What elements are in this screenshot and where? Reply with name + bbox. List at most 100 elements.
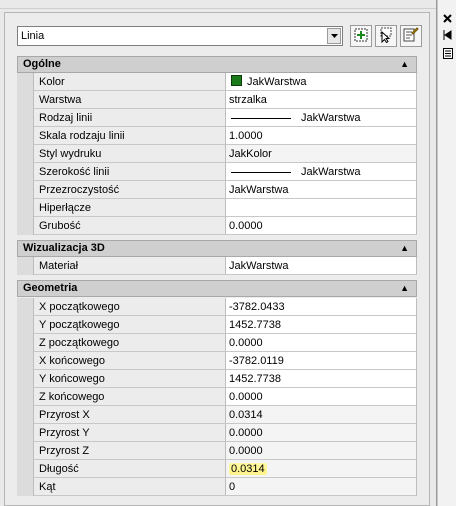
- property-value-text: JakWarstwa: [247, 76, 307, 88]
- section-header-3d-visualization[interactable]: Wizualizacja 3D ▲: [17, 240, 417, 257]
- row-gutter: [17, 109, 34, 127]
- property-value-angle: 0: [226, 478, 417, 496]
- property-label: Y końcowego: [34, 370, 226, 388]
- property-value-delta-z: 0.0000: [226, 442, 417, 460]
- section-title: Wizualizacja 3D: [23, 242, 105, 254]
- property-row-delta-x[interactable]: Przyrost X 0.0314: [17, 406, 417, 424]
- property-label: Materiał: [34, 257, 226, 275]
- property-label: Grubość: [34, 217, 226, 235]
- row-gutter: [17, 73, 34, 91]
- object-type-value: Linia: [21, 30, 45, 42]
- row-gutter: [17, 388, 34, 406]
- property-value-start-z[interactable]: 0.0000: [226, 334, 417, 352]
- row-gutter: [17, 127, 34, 145]
- row-gutter: [17, 181, 34, 199]
- object-type-dropdown[interactable]: Linia: [17, 26, 343, 46]
- line-sample-icon: [231, 171, 291, 173]
- toggle-pickadd-button[interactable]: [350, 25, 372, 47]
- property-value-end-x[interactable]: -3782.0119: [226, 352, 417, 370]
- quick-select-button[interactable]: [400, 25, 422, 47]
- row-gutter: [17, 424, 34, 442]
- row-gutter: [17, 478, 34, 496]
- property-row-end-x[interactable]: X końcowego -3782.0119: [17, 352, 417, 370]
- chevron-down-icon[interactable]: [327, 28, 341, 44]
- property-row-delta-y[interactable]: Przyrost Y 0.0000: [17, 424, 417, 442]
- select-objects-button[interactable]: [375, 25, 397, 47]
- property-row-hyperlink[interactable]: Hiperłącze: [17, 199, 417, 217]
- property-label: X początkowego: [34, 298, 226, 316]
- property-value-layer[interactable]: strzalka: [226, 91, 417, 109]
- property-value-thickness[interactable]: 0.0000: [226, 217, 417, 235]
- collapse-up-icon[interactable]: ▲: [400, 281, 409, 296]
- row-gutter: [17, 163, 34, 181]
- property-label: Styl wydruku: [34, 145, 226, 163]
- geometry-properties-list: X początkowego -3782.0433 Y początkowego…: [17, 298, 417, 496]
- property-row-length[interactable]: Długość 0.0314: [17, 460, 417, 478]
- property-row-transparency[interactable]: Przezroczystość JakWarstwa: [17, 181, 417, 199]
- row-gutter: [17, 334, 34, 352]
- property-row-end-y[interactable]: Y końcowego 1452.7738: [17, 370, 417, 388]
- property-row-linetype-scale[interactable]: Skala rodzaju linii 1.0000: [17, 127, 417, 145]
- property-row-angle[interactable]: Kąt 0: [17, 478, 417, 496]
- select-objects-icon: [378, 27, 394, 46]
- property-row-linetype[interactable]: Rodzaj linii JakWarstwa: [17, 109, 417, 127]
- property-row-lineweight[interactable]: Szerokość linii JakWarstwa: [17, 163, 417, 181]
- property-value-hyperlink[interactable]: [226, 199, 417, 217]
- row-gutter: [17, 352, 34, 370]
- property-value-plot-style[interactable]: JakKolor: [226, 145, 417, 163]
- property-value-delta-y: 0.0000: [226, 424, 417, 442]
- palette-side-strip: [437, 0, 456, 506]
- property-label: Przezroczystość: [34, 181, 226, 199]
- property-value-material[interactable]: JakWarstwa: [226, 257, 417, 275]
- row-gutter: [17, 370, 34, 388]
- auto-hide-icon[interactable]: [441, 29, 454, 41]
- property-label: Y początkowego: [34, 316, 226, 334]
- section-header-geometry[interactable]: Geometria ▲: [17, 280, 417, 297]
- property-row-start-z[interactable]: Z początkowego 0.0000: [17, 334, 417, 352]
- property-row-color[interactable]: Kolor JakWarstwa: [17, 73, 417, 91]
- row-gutter: [17, 257, 34, 275]
- property-row-thickness[interactable]: Grubość 0.0000: [17, 217, 417, 235]
- row-gutter: [17, 460, 34, 478]
- property-label: Przyrost Z: [34, 442, 226, 460]
- property-row-plot-style[interactable]: Styl wydruku JakKolor: [17, 145, 417, 163]
- row-gutter: [17, 406, 34, 424]
- section-title: Geometria: [23, 282, 78, 294]
- row-gutter: [17, 316, 34, 334]
- row-gutter: [17, 145, 34, 163]
- property-value-text: JakWarstwa: [301, 166, 361, 178]
- highlighted-value: 0.0314: [229, 463, 267, 475]
- property-label: Szerokość linii: [34, 163, 226, 181]
- property-row-material[interactable]: Materiał JakWarstwa: [17, 257, 417, 275]
- property-label: Z końcowego: [34, 388, 226, 406]
- property-label: Kąt: [34, 478, 226, 496]
- property-label: X końcowego: [34, 352, 226, 370]
- property-row-start-y[interactable]: Y początkowego 1452.7738: [17, 316, 417, 334]
- property-value-lineweight[interactable]: JakWarstwa: [226, 163, 417, 181]
- row-gutter: [17, 91, 34, 109]
- row-gutter: [17, 199, 34, 217]
- property-value-linetype-scale[interactable]: 1.0000: [226, 127, 417, 145]
- close-icon[interactable]: [441, 12, 454, 24]
- property-row-end-z[interactable]: Z końcowego 0.0000: [17, 388, 417, 406]
- collapse-up-icon[interactable]: ▲: [400, 57, 409, 72]
- property-value-end-y[interactable]: 1452.7738: [226, 370, 417, 388]
- property-row-start-x[interactable]: X początkowego -3782.0433: [17, 298, 417, 316]
- property-row-layer[interactable]: Warstwa strzalka: [17, 91, 417, 109]
- property-value-linetype[interactable]: JakWarstwa: [226, 109, 417, 127]
- property-value-start-x[interactable]: -3782.0433: [226, 298, 417, 316]
- section-title: Ogólne: [23, 58, 61, 70]
- property-label: Warstwa: [34, 91, 226, 109]
- viz3d-properties-list: Materiał JakWarstwa: [17, 257, 417, 275]
- property-value-start-y[interactable]: 1452.7738: [226, 316, 417, 334]
- property-value-transparency[interactable]: JakWarstwa: [226, 181, 417, 199]
- property-value-color[interactable]: JakWarstwa: [226, 73, 417, 91]
- line-sample-icon: [231, 117, 291, 119]
- row-gutter: [17, 298, 34, 316]
- properties-menu-icon[interactable]: [441, 47, 454, 59]
- property-value-end-z[interactable]: 0.0000: [226, 388, 417, 406]
- section-header-general[interactable]: Ogólne ▲: [17, 56, 417, 73]
- property-label: Rodzaj linii: [34, 109, 226, 127]
- collapse-up-icon[interactable]: ▲: [400, 241, 409, 256]
- property-row-delta-z[interactable]: Przyrost Z 0.0000: [17, 442, 417, 460]
